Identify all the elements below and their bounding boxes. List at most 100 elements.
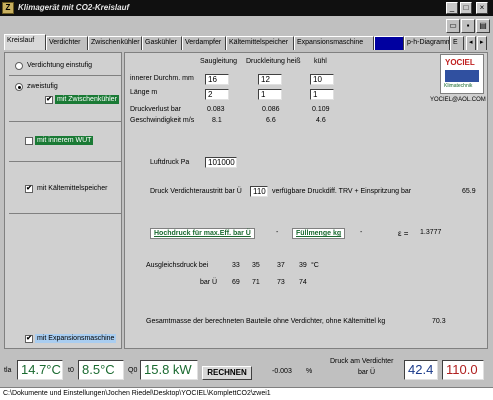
checkbox-zwischenkuehler-label: mit Zwischenkühler (55, 95, 119, 104)
ausgleich-temp: 35 (252, 262, 260, 269)
input-durchm-heiss[interactable]: 12 (258, 74, 282, 85)
tab-zwischenkuehler[interactable]: Zwischenkühler (88, 36, 142, 50)
checkbox-kaeltemittelspeicher[interactable]: ✔ (25, 185, 33, 193)
ausgleich-value: 71 (252, 279, 260, 286)
t0-label: t0 (68, 367, 74, 374)
q0-value: 15.8 kW (140, 360, 198, 380)
rechnen-button[interactable]: RECHNEN (202, 366, 252, 380)
ausgleich-value: 73 (277, 279, 285, 286)
checkbox-kaeltemittelspeicher-label: mit Kältemittelspeicher (37, 185, 108, 192)
druck-verdichter-label: Druck am Verdichter (330, 358, 394, 365)
tab-ph-diagramm[interactable]: p-h-Diagramm (404, 36, 450, 50)
geschwindigkeit-heiss: 6.6 (266, 117, 276, 124)
ausgleich-value: 74 (299, 279, 307, 286)
close-icon[interactable]: × (476, 2, 488, 14)
druckverlust-kuehl: 0.109 (312, 106, 330, 113)
file-path: C:\Dokumente und Einstellungen\Jochen Ri… (0, 387, 493, 400)
tab-more[interactable]: E (450, 36, 464, 50)
ausgleich-temp: 33 (232, 262, 240, 269)
t0-value: 8.5°C (78, 360, 124, 380)
input-laenge-heiss[interactable]: 1 (258, 89, 282, 100)
fuellmenge-button[interactable]: Füllmenge kg (292, 228, 346, 239)
logo-brand: YOCIEL (445, 58, 475, 67)
minimize-icon[interactable]: _ (446, 2, 458, 14)
input-verdichteraustritt[interactable]: 110 (250, 186, 268, 197)
input-laenge-kuehl[interactable]: 1 (310, 89, 334, 100)
col-saugleitung: Saugleitung (200, 58, 237, 65)
tab-expansionsmaschine[interactable]: Expansionsmaschine (294, 36, 374, 50)
verfuegbare-druckdiff-value: 65.9 (462, 188, 476, 195)
row-laenge: Länge m (130, 89, 158, 96)
maximize-icon[interactable]: □ (460, 2, 472, 14)
radio-zweistufig-label: zweistufig (27, 83, 58, 90)
gesamtmasse-value: 70.3 (432, 318, 446, 325)
tla-label: tla (4, 367, 12, 374)
ausgleich-bar-label: bar Ü (200, 279, 218, 286)
fuellmenge-value: - (360, 229, 363, 236)
luftdruck-label: Luftdruck Pa (150, 159, 190, 166)
gesamtmasse-label: Gesamtmasse der berechneten Bauteile ohn… (146, 318, 386, 325)
percent-value: -0.003 (272, 368, 292, 375)
tab-scroll-left[interactable]: ◂ (466, 36, 476, 50)
col-druckleitung-heiss: Druckleitung heiß (246, 58, 301, 65)
divider (9, 213, 121, 214)
q0-label: Q0 (128, 367, 138, 374)
ausgleichsdruck-label: Ausgleichsdruck bei (146, 262, 209, 269)
radio-einstufig-label: Verdichtung einstufig (27, 62, 92, 69)
window-title: Klimagerät mit CO2-Kreislauf (18, 3, 130, 12)
druckverlust-heiss: 0.086 (262, 106, 280, 113)
hochdruck-button[interactable]: Hochdruck für max.Eff. bar Ü (150, 228, 255, 239)
tla-value: 14.7°C (17, 360, 63, 380)
options-panel: Verdichtung einstufig zweistufig ✔ mit Z… (4, 52, 122, 349)
logo-email: YOCIEL@AOL.COM (430, 97, 486, 103)
tab-gaskuehler[interactable]: Gaskühler (142, 36, 182, 50)
row-geschwindigkeit: Geschwindigkeit m/s (130, 117, 195, 124)
verfuegbare-druckdiff-label: verfügbare Druckdiff. TRV + Einspritzung… (272, 188, 412, 195)
verdichteraustritt-label: Druck Verdichteraustritt bar Ü (150, 188, 242, 195)
druck-verdichter-unit: bar Ü (358, 369, 376, 376)
geschwindigkeit-saug: 8.1 (212, 117, 222, 124)
row-druckverlust: Druckverlust bar (130, 106, 181, 113)
tab-verdampfer[interactable]: Verdampfer (182, 36, 226, 50)
col-kuehl: kühl (314, 58, 327, 65)
tab-kreislauf[interactable]: Kreislauf (4, 34, 46, 50)
radio-einstufig[interactable] (15, 62, 23, 70)
divider (9, 75, 121, 76)
hochdruck-value: - (276, 229, 279, 236)
row-durchmesser: innerer Durchm. mm (130, 75, 194, 82)
epsilon-label: ε = (398, 229, 409, 238)
tab-blank[interactable] (374, 36, 404, 50)
checkbox-zwischenkuehler[interactable]: ✔ (45, 96, 53, 104)
divider (9, 121, 121, 122)
divider (9, 161, 121, 162)
checkbox-expansionsmaschine[interactable]: ✔ (25, 335, 33, 343)
druck-verdichter-out: 110.0 (442, 360, 484, 380)
checkbox-innerer-wut[interactable] (25, 137, 33, 145)
tab-scroll-right[interactable]: ▸ (477, 36, 487, 50)
epsilon-value: 1.3777 (420, 229, 442, 236)
logo-subtitle: Klimatechnik (444, 83, 473, 89)
checkbox-expansionsmaschine-label: mit Expansionsmaschine (35, 334, 117, 343)
tab-verdichter[interactable]: Verdichter (46, 36, 88, 50)
input-laenge-saug[interactable]: 2 (205, 89, 229, 100)
druckverlust-saug: 0.083 (207, 106, 225, 113)
ausgleich-temp: 37 (277, 262, 285, 269)
input-durchm-saug[interactable]: 16 (205, 74, 229, 85)
druck-verdichter-in: 42.4 (404, 360, 438, 380)
print-icon[interactable]: ▤ (476, 19, 490, 33)
ausgleich-value: 69 (232, 279, 240, 286)
percent-unit: % (306, 368, 313, 375)
tab-kaeltemittelspeicher[interactable]: Kältemittelspeicher (226, 36, 294, 50)
open-folder-icon[interactable]: ▭ (446, 19, 460, 33)
tab-strip: Kreislauf Verdichter Zwischenkühler Gask… (0, 34, 493, 50)
ausgleich-temp: 39 (299, 262, 307, 269)
input-durchm-kuehl[interactable]: 10 (310, 74, 334, 85)
input-luftdruck[interactable]: 101000 (205, 157, 237, 168)
checkbox-innerer-wut-label: mit innerem WÜT (35, 136, 94, 145)
ausgleich-unit: °C (311, 262, 319, 269)
save-icon[interactable]: ▪ (461, 19, 475, 33)
radio-zweistufig[interactable] (15, 83, 23, 91)
geschwindigkeit-kuehl: 4.6 (316, 117, 326, 124)
yociel-logo: YOCIEL Klimatechnik (440, 54, 484, 94)
logo-graphic (445, 70, 479, 82)
